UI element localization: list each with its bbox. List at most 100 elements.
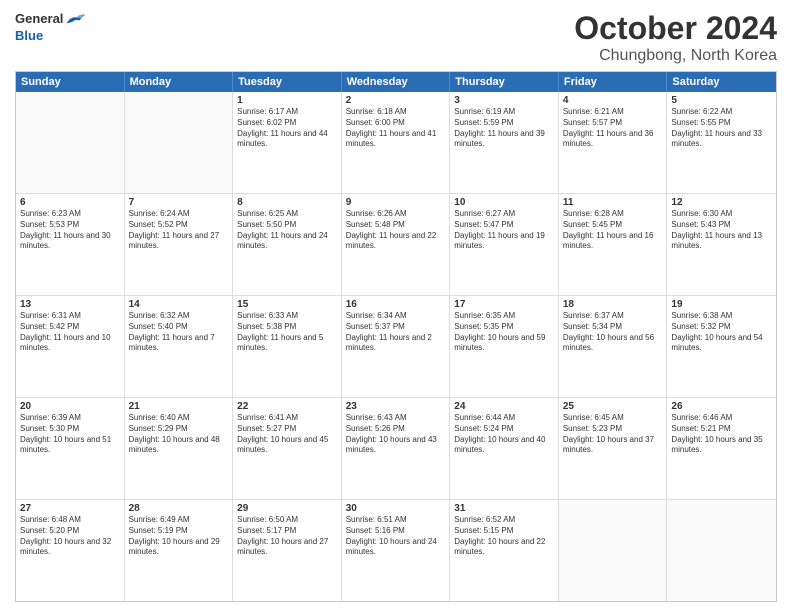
day-info: Sunrise: 6:18 AM Sunset: 6:00 PM Dayligh… [346,107,446,150]
day-number: 6 [20,197,120,208]
day-number: 15 [237,299,337,310]
day-info: Sunrise: 6:21 AM Sunset: 5:57 PM Dayligh… [563,107,663,150]
day-number: 13 [20,299,120,310]
day-info: Sunrise: 6:19 AM Sunset: 5:59 PM Dayligh… [454,107,554,150]
day-cell-empty [125,92,234,193]
day-info: Sunrise: 6:40 AM Sunset: 5:29 PM Dayligh… [129,413,229,456]
day-info: Sunrise: 6:34 AM Sunset: 5:37 PM Dayligh… [346,311,446,354]
day-info: Sunrise: 6:38 AM Sunset: 5:32 PM Dayligh… [671,311,772,354]
week-row-5: 27Sunrise: 6:48 AM Sunset: 5:20 PM Dayli… [16,499,776,601]
day-header-saturday: Saturday [667,72,776,92]
day-number: 2 [346,95,446,106]
day-cell-29: 29Sunrise: 6:50 AM Sunset: 5:17 PM Dayli… [233,500,342,601]
day-header-friday: Friday [559,72,668,92]
day-number: 3 [454,95,554,106]
day-number: 11 [563,197,663,208]
day-info: Sunrise: 6:24 AM Sunset: 5:52 PM Dayligh… [129,209,229,252]
logo-blue-text: Blue [15,28,43,44]
day-info: Sunrise: 6:22 AM Sunset: 5:55 PM Dayligh… [671,107,772,150]
calendar: SundayMondayTuesdayWednesdayThursdayFrid… [15,71,777,602]
day-number: 23 [346,401,446,412]
day-cell-31: 31Sunrise: 6:52 AM Sunset: 5:15 PM Dayli… [450,500,559,601]
day-number: 25 [563,401,663,412]
day-cell-28: 28Sunrise: 6:49 AM Sunset: 5:19 PM Dayli… [125,500,234,601]
day-info: Sunrise: 6:43 AM Sunset: 5:26 PM Dayligh… [346,413,446,456]
day-cell-2: 2Sunrise: 6:18 AM Sunset: 6:00 PM Daylig… [342,92,451,193]
day-cell-13: 13Sunrise: 6:31 AM Sunset: 5:42 PM Dayli… [16,296,125,397]
title-month: October 2024 [574,10,777,47]
day-number: 12 [671,197,772,208]
day-number: 8 [237,197,337,208]
day-number: 22 [237,401,337,412]
page: General Blue October 2024 Chungbong, Nor… [0,0,792,612]
day-cell-11: 11Sunrise: 6:28 AM Sunset: 5:45 PM Dayli… [559,194,668,295]
day-cell-6: 6Sunrise: 6:23 AM Sunset: 5:53 PM Daylig… [16,194,125,295]
day-cell-27: 27Sunrise: 6:48 AM Sunset: 5:20 PM Dayli… [16,500,125,601]
day-number: 29 [237,503,337,514]
day-number: 1 [237,95,337,106]
day-cell-25: 25Sunrise: 6:45 AM Sunset: 5:23 PM Dayli… [559,398,668,499]
day-info: Sunrise: 6:31 AM Sunset: 5:42 PM Dayligh… [20,311,120,354]
day-cell-10: 10Sunrise: 6:27 AM Sunset: 5:47 PM Dayli… [450,194,559,295]
day-number: 9 [346,197,446,208]
day-cell-24: 24Sunrise: 6:44 AM Sunset: 5:24 PM Dayli… [450,398,559,499]
day-info: Sunrise: 6:32 AM Sunset: 5:40 PM Dayligh… [129,311,229,354]
day-info: Sunrise: 6:49 AM Sunset: 5:19 PM Dayligh… [129,515,229,558]
day-cell-14: 14Sunrise: 6:32 AM Sunset: 5:40 PM Dayli… [125,296,234,397]
day-info: Sunrise: 6:33 AM Sunset: 5:38 PM Dayligh… [237,311,337,354]
day-cell-8: 8Sunrise: 6:25 AM Sunset: 5:50 PM Daylig… [233,194,342,295]
day-number: 24 [454,401,554,412]
day-number: 20 [20,401,120,412]
day-cell-4: 4Sunrise: 6:21 AM Sunset: 5:57 PM Daylig… [559,92,668,193]
day-cell-20: 20Sunrise: 6:39 AM Sunset: 5:30 PM Dayli… [16,398,125,499]
day-cell-5: 5Sunrise: 6:22 AM Sunset: 5:55 PM Daylig… [667,92,776,193]
week-row-3: 13Sunrise: 6:31 AM Sunset: 5:42 PM Dayli… [16,295,776,397]
day-info: Sunrise: 6:37 AM Sunset: 5:34 PM Dayligh… [563,311,663,354]
week-row-2: 6Sunrise: 6:23 AM Sunset: 5:53 PM Daylig… [16,193,776,295]
day-number: 4 [563,95,663,106]
day-number: 10 [454,197,554,208]
day-header-monday: Monday [125,72,234,92]
day-info: Sunrise: 6:25 AM Sunset: 5:50 PM Dayligh… [237,209,337,252]
day-cell-19: 19Sunrise: 6:38 AM Sunset: 5:32 PM Dayli… [667,296,776,397]
day-number: 30 [346,503,446,514]
logo-general-text: General [15,11,63,27]
day-number: 26 [671,401,772,412]
day-header-wednesday: Wednesday [342,72,451,92]
day-cell-16: 16Sunrise: 6:34 AM Sunset: 5:37 PM Dayli… [342,296,451,397]
day-number: 14 [129,299,229,310]
day-number: 27 [20,503,120,514]
day-cell-1: 1Sunrise: 6:17 AM Sunset: 6:02 PM Daylig… [233,92,342,193]
day-info: Sunrise: 6:27 AM Sunset: 5:47 PM Dayligh… [454,209,554,252]
logo: General Blue [15,10,87,44]
day-cell-12: 12Sunrise: 6:30 AM Sunset: 5:43 PM Dayli… [667,194,776,295]
day-header-tuesday: Tuesday [233,72,342,92]
calendar-body: 1Sunrise: 6:17 AM Sunset: 6:02 PM Daylig… [16,92,776,601]
day-cell-7: 7Sunrise: 6:24 AM Sunset: 5:52 PM Daylig… [125,194,234,295]
day-number: 7 [129,197,229,208]
day-info: Sunrise: 6:51 AM Sunset: 5:16 PM Dayligh… [346,515,446,558]
day-info: Sunrise: 6:48 AM Sunset: 5:20 PM Dayligh… [20,515,120,558]
day-cell-22: 22Sunrise: 6:41 AM Sunset: 5:27 PM Dayli… [233,398,342,499]
day-cell-empty [667,500,776,601]
day-number: 31 [454,503,554,514]
title-section: October 2024 Chungbong, North Korea [574,10,777,65]
week-row-4: 20Sunrise: 6:39 AM Sunset: 5:30 PM Dayli… [16,397,776,499]
week-row-1: 1Sunrise: 6:17 AM Sunset: 6:02 PM Daylig… [16,92,776,193]
day-cell-empty [559,500,668,601]
header: General Blue October 2024 Chungbong, Nor… [15,10,777,65]
day-info: Sunrise: 6:46 AM Sunset: 5:21 PM Dayligh… [671,413,772,456]
day-number: 16 [346,299,446,310]
day-number: 5 [671,95,772,106]
day-info: Sunrise: 6:23 AM Sunset: 5:53 PM Dayligh… [20,209,120,252]
day-cell-18: 18Sunrise: 6:37 AM Sunset: 5:34 PM Dayli… [559,296,668,397]
calendar-header: SundayMondayTuesdayWednesdayThursdayFrid… [16,72,776,92]
day-info: Sunrise: 6:50 AM Sunset: 5:17 PM Dayligh… [237,515,337,558]
day-header-sunday: Sunday [16,72,125,92]
day-cell-26: 26Sunrise: 6:46 AM Sunset: 5:21 PM Dayli… [667,398,776,499]
day-cell-9: 9Sunrise: 6:26 AM Sunset: 5:48 PM Daylig… [342,194,451,295]
title-location: Chungbong, North Korea [574,47,777,65]
day-info: Sunrise: 6:44 AM Sunset: 5:24 PM Dayligh… [454,413,554,456]
day-info: Sunrise: 6:17 AM Sunset: 6:02 PM Dayligh… [237,107,337,150]
day-info: Sunrise: 6:35 AM Sunset: 5:35 PM Dayligh… [454,311,554,354]
